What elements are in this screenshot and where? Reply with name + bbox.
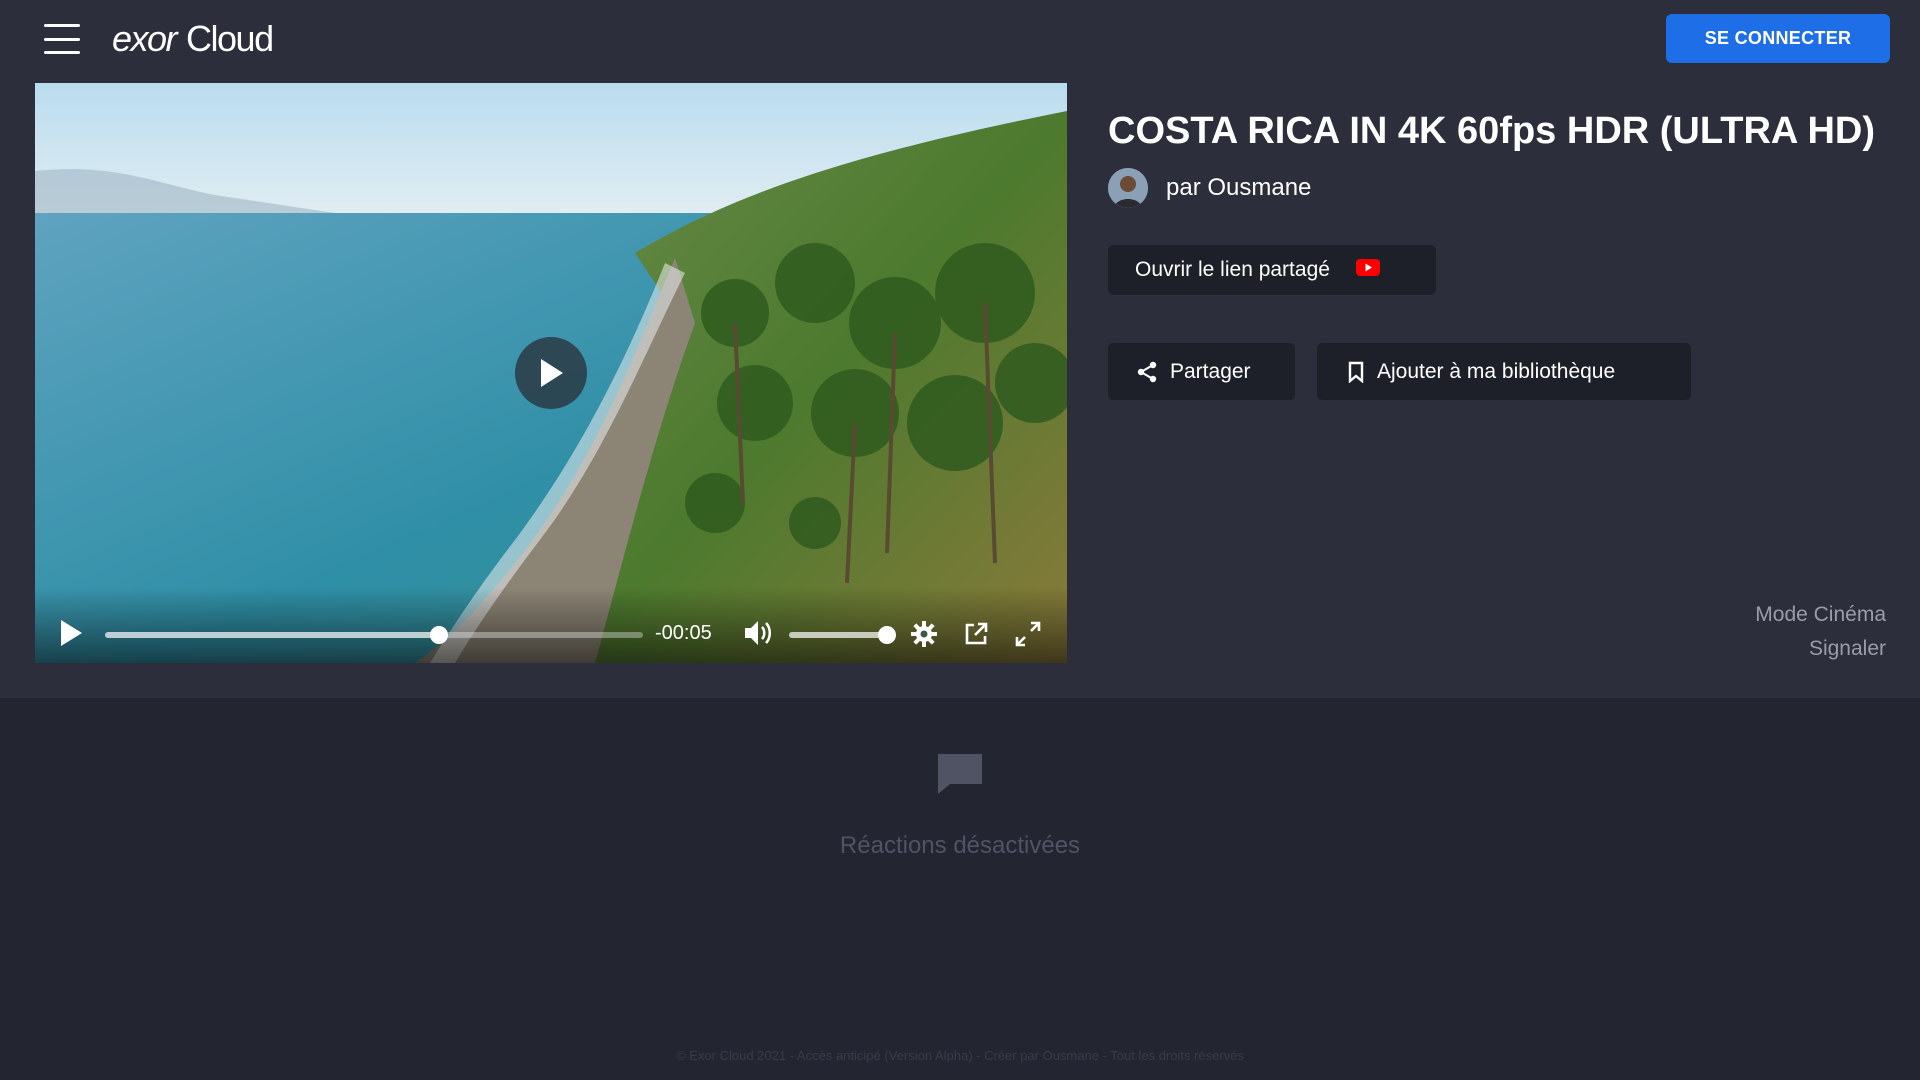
logo-brand: exor [112, 18, 178, 59]
volume-fill [789, 632, 887, 638]
author[interactable]: par Ousmane [1108, 168, 1311, 208]
avatar[interactable] [1108, 168, 1148, 208]
header: exor Cloud SE CONNECTER [0, 0, 1920, 82]
fullscreen-icon [1015, 621, 1041, 647]
video-player[interactable]: -00:05 [35, 83, 1067, 663]
share-button[interactable]: Partager [1108, 343, 1295, 400]
library-label: Ajouter à ma bibliothèque [1377, 359, 1616, 383]
video-title: COSTA RICA IN 4K 60fps HDR (ULTRA HD) [1108, 110, 1876, 152]
reactions-disabled-text: Réactions désactivées [839, 832, 1081, 859]
popout-button[interactable] [963, 621, 989, 652]
add-to-library-button[interactable]: Ajouter à ma bibliothèque [1317, 343, 1691, 400]
progress-handle[interactable] [429, 626, 448, 644]
progress-bar[interactable] [105, 626, 643, 644]
time-remaining: -00:05 [655, 622, 712, 644]
footer: © Exor Cloud 2021 - Accès anticipé (Vers… [676, 1048, 1244, 1063]
progress-fill [105, 632, 439, 638]
comment-icon [936, 752, 984, 801]
bookmark-icon [1347, 361, 1365, 383]
big-play-button[interactable] [515, 337, 587, 409]
hamburger-menu-icon[interactable] [44, 24, 80, 54]
external-link-icon [965, 622, 988, 645]
volume-slider[interactable] [789, 626, 896, 644]
report-link[interactable]: Signaler [1809, 637, 1886, 661]
volume-handle[interactable] [878, 626, 896, 644]
open-link-label: Ouvrir le lien partagé [1135, 258, 1330, 281]
share-label: Partager [1170, 359, 1251, 383]
open-shared-link-button[interactable]: Ouvrir le lien partagé [1108, 245, 1436, 295]
play-control-button[interactable] [59, 619, 83, 652]
player-controls: -00:05 [35, 587, 1067, 663]
volume-icon [745, 621, 771, 645]
author-name[interactable]: par Ousmane [1166, 174, 1311, 202]
play-icon [541, 359, 563, 387]
share-icon [1136, 361, 1158, 383]
cinema-mode-link[interactable]: Mode Cinéma [1755, 603, 1886, 627]
login-button[interactable]: SE CONNECTER [1666, 14, 1890, 63]
logo[interactable]: exor Cloud [112, 14, 274, 64]
settings-button[interactable] [911, 621, 937, 652]
fullscreen-button[interactable] [1015, 621, 1041, 652]
volume-button[interactable] [743, 619, 775, 652]
logo-product: Cloud [186, 18, 274, 59]
reactions-section: Réactions désactivées [0, 752, 1920, 859]
gear-icon [911, 621, 937, 647]
play-icon [61, 620, 82, 646]
youtube-icon [1355, 258, 1380, 282]
